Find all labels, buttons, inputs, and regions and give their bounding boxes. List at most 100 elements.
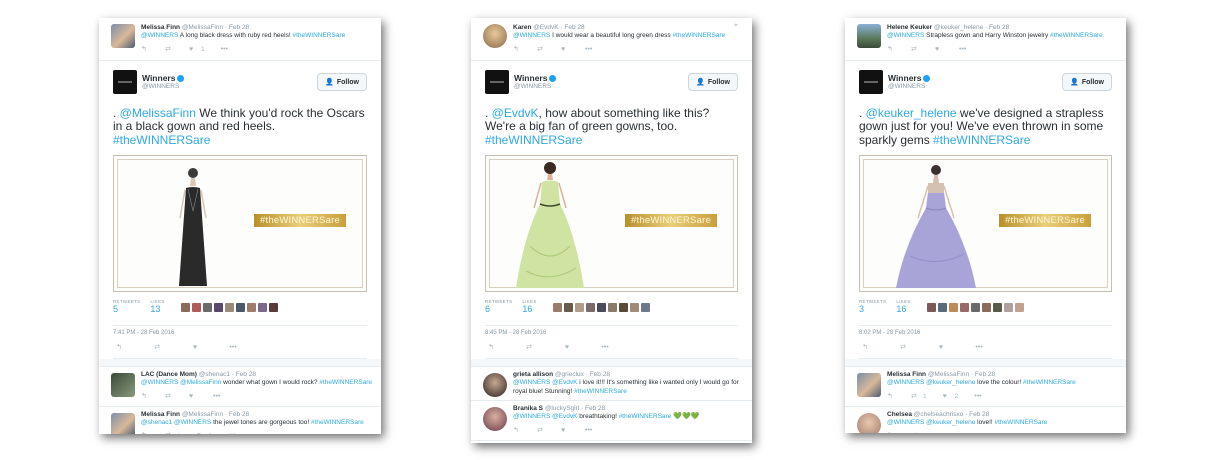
hashtag-link[interactable]: #theWINNERSare xyxy=(995,419,1048,426)
avatar[interactable] xyxy=(180,303,190,312)
retweet-icon[interactable]: ⇄ xyxy=(165,393,173,401)
avatar[interactable] xyxy=(618,303,628,312)
author-name[interactable]: Winners xyxy=(514,73,547,83)
hashtag-link[interactable]: #theWINNERSare xyxy=(311,419,364,426)
avatar[interactable] xyxy=(111,412,135,434)
like-action[interactable]: ♥2 xyxy=(197,432,213,434)
tweet-image[interactable]: #theWINNERSare xyxy=(485,155,738,292)
reply-icon[interactable]: ↰ xyxy=(887,393,895,401)
like-icon[interactable]: ♥ xyxy=(937,344,945,352)
like-icon[interactable]: ♥ xyxy=(561,427,569,435)
hashtag-link[interactable]: #theWINNERSare xyxy=(619,413,672,420)
mention-link[interactable]: @WINNERS @MelissaFinn xyxy=(141,379,221,386)
reply-author[interactable]: Karen xyxy=(513,24,531,31)
author-name[interactable]: Winners xyxy=(888,73,921,83)
top-reply[interactable]: Helene Keuker @keuker_helene · Feb 28 @W… xyxy=(845,18,1126,61)
more-icon[interactable]: ••• xyxy=(228,432,236,434)
reply-icon[interactable]: ↰ xyxy=(513,427,521,435)
like-action[interactable]: ♥1 xyxy=(189,46,205,54)
reply-icon[interactable]: ↰ xyxy=(887,432,895,433)
avatar[interactable] xyxy=(992,303,1002,312)
mention-link[interactable]: @WINNERS @keuker_helene xyxy=(887,419,975,426)
reply-icon[interactable]: ↰ xyxy=(513,46,521,54)
hashtag-link[interactable]: #theWINNERSare xyxy=(574,388,627,395)
retweets-stat[interactable]: RETWEETS 6 xyxy=(485,299,512,315)
reply-author[interactable]: Helene Keuker xyxy=(887,24,932,31)
more-icon[interactable]: ••• xyxy=(229,344,237,352)
mention-link[interactable]: @WINNERS xyxy=(513,32,550,39)
hashtag-link[interactable]: #theWINNERSare xyxy=(1050,32,1103,39)
more-icon[interactable]: ••• xyxy=(967,432,975,433)
author-handle[interactable]: @WINNERS xyxy=(142,83,184,91)
avatar[interactable] xyxy=(959,303,969,312)
avatar[interactable] xyxy=(1014,303,1024,312)
reply-date[interactable]: · Feb 28 xyxy=(225,24,249,31)
likes-stat[interactable]: LIKES 16 xyxy=(896,299,910,315)
reply-author[interactable]: Branika S xyxy=(513,405,543,412)
retweet-icon[interactable]: ⇄ xyxy=(899,344,907,352)
reply[interactable]: grieta allison @grieclux · Feb 28 @WINNE… xyxy=(471,367,752,401)
more-icon[interactable]: ••• xyxy=(221,46,229,54)
reply-icon[interactable]: ↰ xyxy=(141,432,149,434)
retweet-icon[interactable]: ⇄ xyxy=(537,46,545,54)
follow-button[interactable]: 👤 Follow xyxy=(317,72,367,91)
winners-logo[interactable] xyxy=(485,69,509,94)
avatar[interactable] xyxy=(596,303,606,312)
retweet-icon[interactable]: ⇄ xyxy=(537,427,545,435)
reply-author[interactable]: Melissa Finn xyxy=(141,24,180,31)
mention-link[interactable]: @keuker_helene xyxy=(866,106,957,120)
avatar[interactable] xyxy=(202,303,212,312)
more-icon[interactable]: ••• xyxy=(213,393,221,401)
retweet-icon[interactable]: ⇄ xyxy=(525,344,533,352)
more-icon[interactable]: ••• xyxy=(975,344,983,352)
tweet-timestamp[interactable]: 8:02 PM - 28 Feb 2016 xyxy=(859,325,1112,336)
reply-icon[interactable]: ↰ xyxy=(141,46,149,54)
retweet-icon[interactable]: ⇄ xyxy=(911,432,919,433)
reply-icon[interactable]: ↰ xyxy=(115,344,123,352)
like-icon[interactable]: ♥ xyxy=(189,393,197,401)
avatar[interactable] xyxy=(585,303,595,312)
avatar[interactable] xyxy=(640,303,650,312)
avatar[interactable] xyxy=(970,303,980,312)
reply-author[interactable]: Melissa Finn xyxy=(141,411,180,418)
tweet-image[interactable]: #theWINNERSare xyxy=(113,155,367,292)
mention-link[interactable]: @MelissaFinn xyxy=(120,106,196,120)
top-reply[interactable]: ⌖ Karen @EvdvK · Feb 28 @WINNERS I would… xyxy=(471,18,752,61)
more-icon[interactable]: ••• xyxy=(585,427,593,435)
top-reply[interactable]: Melissa Finn @MelissaFinn · Feb 28 @WINN… xyxy=(99,18,381,61)
likes-stat[interactable]: LIKES 16 xyxy=(522,299,536,315)
mention-link[interactable]: @WINNERS @keuker_helene xyxy=(887,379,975,386)
reply-author[interactable]: grieta allison xyxy=(513,371,553,378)
retweet-icon[interactable]: ⇄ xyxy=(153,344,161,352)
reply-icon[interactable]: ↰ xyxy=(487,344,495,352)
author-name[interactable]: Winners xyxy=(142,73,175,83)
retweets-stat[interactable]: RETWEETS 3 xyxy=(859,299,886,315)
avatar[interactable] xyxy=(191,303,201,312)
avatar[interactable] xyxy=(563,303,573,312)
like-action[interactable]: ♥2 xyxy=(943,393,959,401)
mention-link[interactable]: @WINNERS xyxy=(141,32,178,39)
retweet-icon[interactable]: ⇄ xyxy=(165,46,173,54)
mention-link[interactable]: @EvdvK xyxy=(492,106,539,120)
avatar[interactable] xyxy=(937,303,947,312)
like-icon[interactable]: ♥ xyxy=(191,344,199,352)
follow-button[interactable]: 👤 Follow xyxy=(1062,72,1112,91)
reply[interactable]: Branika S @luckySgirl · Feb 28 @WINNERS … xyxy=(471,401,752,441)
avatar[interactable] xyxy=(257,303,267,312)
reply-author[interactable]: Chelsea xyxy=(887,411,912,418)
tweet-timestamp[interactable]: 8:45 PM - 28 Feb 2016 xyxy=(485,325,738,336)
avatar[interactable] xyxy=(981,303,991,312)
tweet-timestamp[interactable]: 7:41 PM - 28 Feb 2016 xyxy=(113,325,367,336)
avatar[interactable] xyxy=(483,24,507,48)
avatar[interactable] xyxy=(926,303,936,312)
follow-button[interactable]: 👤 Follow xyxy=(688,72,738,91)
tweet-image[interactable]: #theWINNERSare xyxy=(859,155,1112,292)
avatar[interactable] xyxy=(948,303,958,312)
retweet-icon[interactable]: ⇄ xyxy=(911,46,919,54)
like-icon[interactable]: ♥ xyxy=(561,46,569,54)
hashtag-link[interactable]: #theWINNERSare xyxy=(113,133,210,147)
reply-handle[interactable]: @MelissaFinn xyxy=(182,24,223,31)
like-icon[interactable]: ♥ xyxy=(563,344,571,352)
avatar[interactable] xyxy=(483,373,507,397)
reply[interactable]: Chelsea @chelseachrisxo · Feb 28 @WINNER… xyxy=(845,407,1126,433)
